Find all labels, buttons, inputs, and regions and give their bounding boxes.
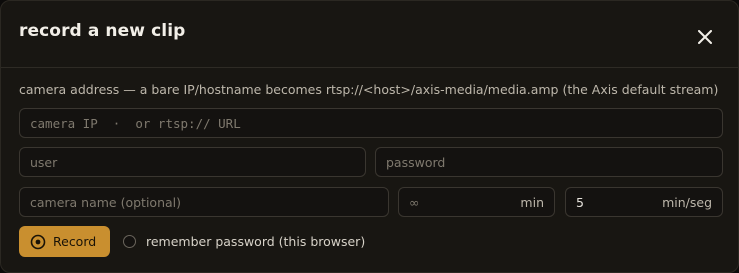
camera-name-field[interactable] [19, 187, 389, 217]
duration-input[interactable] [409, 194, 515, 210]
remember-password-toggle[interactable]: remember password (this browser) [123, 234, 365, 249]
header-divider [1, 67, 738, 68]
segment-unit: min/seg [662, 194, 712, 210]
address-hint: camera address — a bare IP/hostname beco… [19, 82, 719, 97]
duration-field[interactable]: min [398, 187, 555, 217]
segment-input[interactable] [576, 194, 657, 210]
address-field[interactable] [19, 108, 723, 138]
remember-password-radio[interactable] [123, 235, 136, 248]
user-input[interactable] [30, 154, 355, 170]
password-input[interactable] [386, 154, 712, 170]
camera-name-input[interactable] [30, 194, 378, 210]
close-icon [698, 30, 712, 44]
dialog-title: record a new clip [19, 21, 186, 41]
record-clip-dialog: record a new clip camera address — a bar… [0, 0, 739, 273]
duration-unit: min [520, 194, 544, 210]
segment-field[interactable]: min/seg [565, 187, 723, 217]
record-button-label: Record [53, 234, 97, 249]
user-field[interactable] [19, 147, 366, 177]
record-icon [30, 234, 46, 249]
record-button[interactable]: Record [19, 226, 110, 257]
dialog-header: record a new clip [1, 1, 738, 67]
password-field[interactable] [375, 147, 723, 177]
close-button[interactable] [693, 25, 717, 49]
address-input[interactable] [30, 115, 712, 131]
remember-password-label: remember password (this browser) [146, 234, 366, 249]
